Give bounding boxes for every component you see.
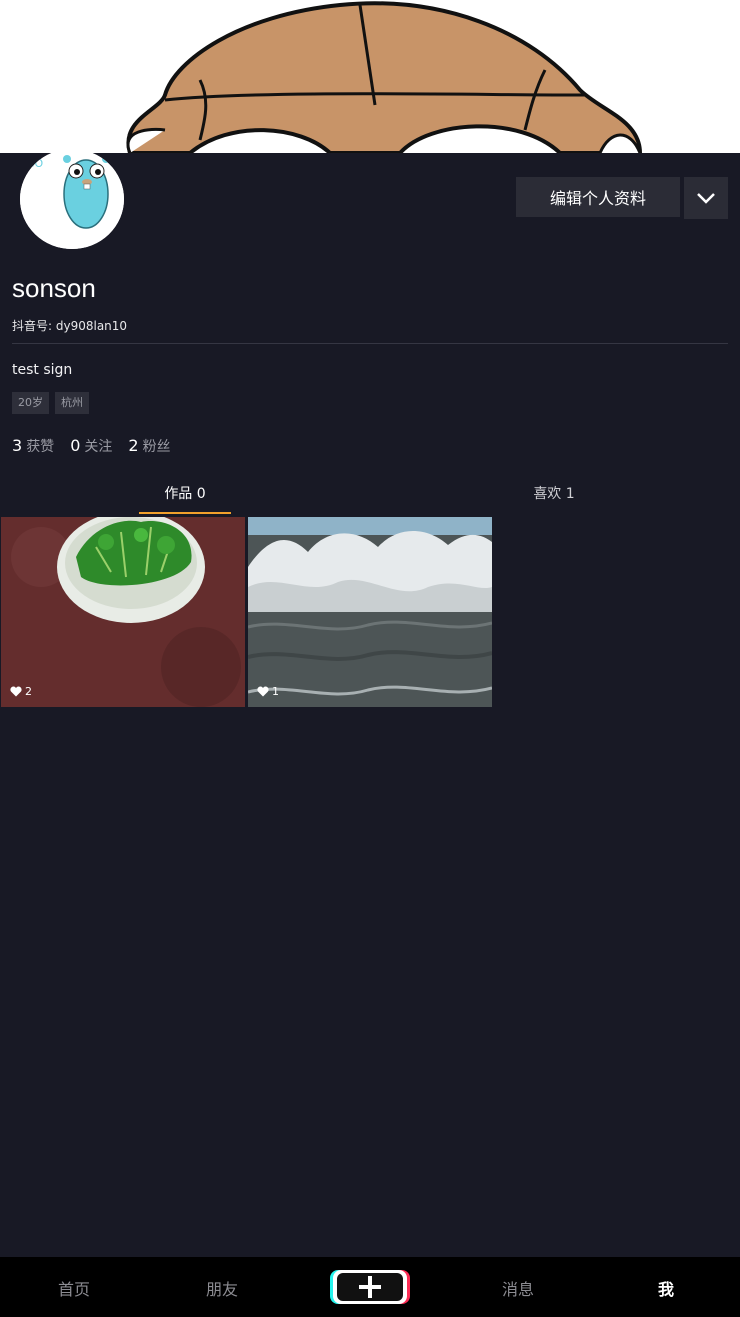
profile-cover-image[interactable] [0, 0, 740, 153]
waves-thumbnail-image [248, 517, 492, 707]
greens-thumbnail-image [1, 517, 245, 707]
gopher-avatar-image: GO [20, 149, 124, 249]
tab-works[interactable]: 作品 0 [139, 483, 231, 503]
signature: test sign [12, 362, 73, 378]
chevron-down-icon [697, 193, 715, 204]
stat-likes[interactable]: 3 获赞 [12, 436, 54, 456]
nav-messages[interactable]: 消息 [478, 1276, 558, 1300]
stat-following-value: 0 [70, 436, 81, 455]
stat-following-label: 关注 [84, 439, 113, 455]
account-id: 抖音号: dy908lan10 [12, 319, 128, 333]
video-likes: 2 [10, 685, 32, 698]
stat-followers-value: 2 [128, 436, 139, 455]
stat-followers-label: 粉丝 [142, 439, 171, 455]
profile-tags: 20岁 杭州 [12, 392, 89, 414]
username: sonson [12, 273, 96, 303]
stat-following[interactable]: 0 关注 [70, 436, 112, 456]
create-video-button[interactable] [330, 1269, 410, 1305]
tab-likes[interactable]: 喜欢 1 [510, 483, 598, 503]
age-tag: 20岁 [12, 392, 49, 414]
plus-icon [330, 1270, 410, 1304]
stat-followers[interactable]: 2 粉丝 [128, 436, 170, 456]
video-likes: 1 [257, 685, 279, 698]
edit-profile-button[interactable]: 编辑个人资料 [516, 177, 680, 217]
video-thumbnail[interactable]: 1 [248, 517, 492, 707]
stat-likes-label: 获赞 [26, 439, 55, 455]
profile-stats: 3 获赞 0 关注 2 粉丝 [12, 436, 171, 456]
nav-friends[interactable]: 朋友 [182, 1276, 262, 1300]
cover-illustration [0, 0, 740, 153]
heart-icon [10, 686, 22, 697]
divider [12, 343, 728, 344]
video-likes-count: 2 [25, 685, 32, 698]
video-thumbnail[interactable]: 2 [1, 517, 245, 707]
avatar[interactable]: GO [20, 149, 124, 249]
video-likes-count: 1 [272, 685, 279, 698]
tab-indicator [139, 512, 231, 514]
svg-text:GO: GO [26, 157, 44, 170]
bottom-tab-bar: 首页 朋友 消息 我 [0, 1257, 740, 1317]
profile-section: GO 编辑个人资料 sonson 抖音号: dy908lan10 test si… [0, 149, 740, 1257]
heart-icon [257, 686, 269, 697]
stat-likes-value: 3 [12, 436, 23, 455]
location-tag: 杭州 [55, 392, 89, 414]
edit-profile-label: 编辑个人资料 [549, 189, 646, 208]
more-options-button[interactable] [684, 177, 728, 219]
nav-home[interactable]: 首页 [34, 1276, 114, 1300]
nav-me[interactable]: 我 [626, 1276, 706, 1300]
